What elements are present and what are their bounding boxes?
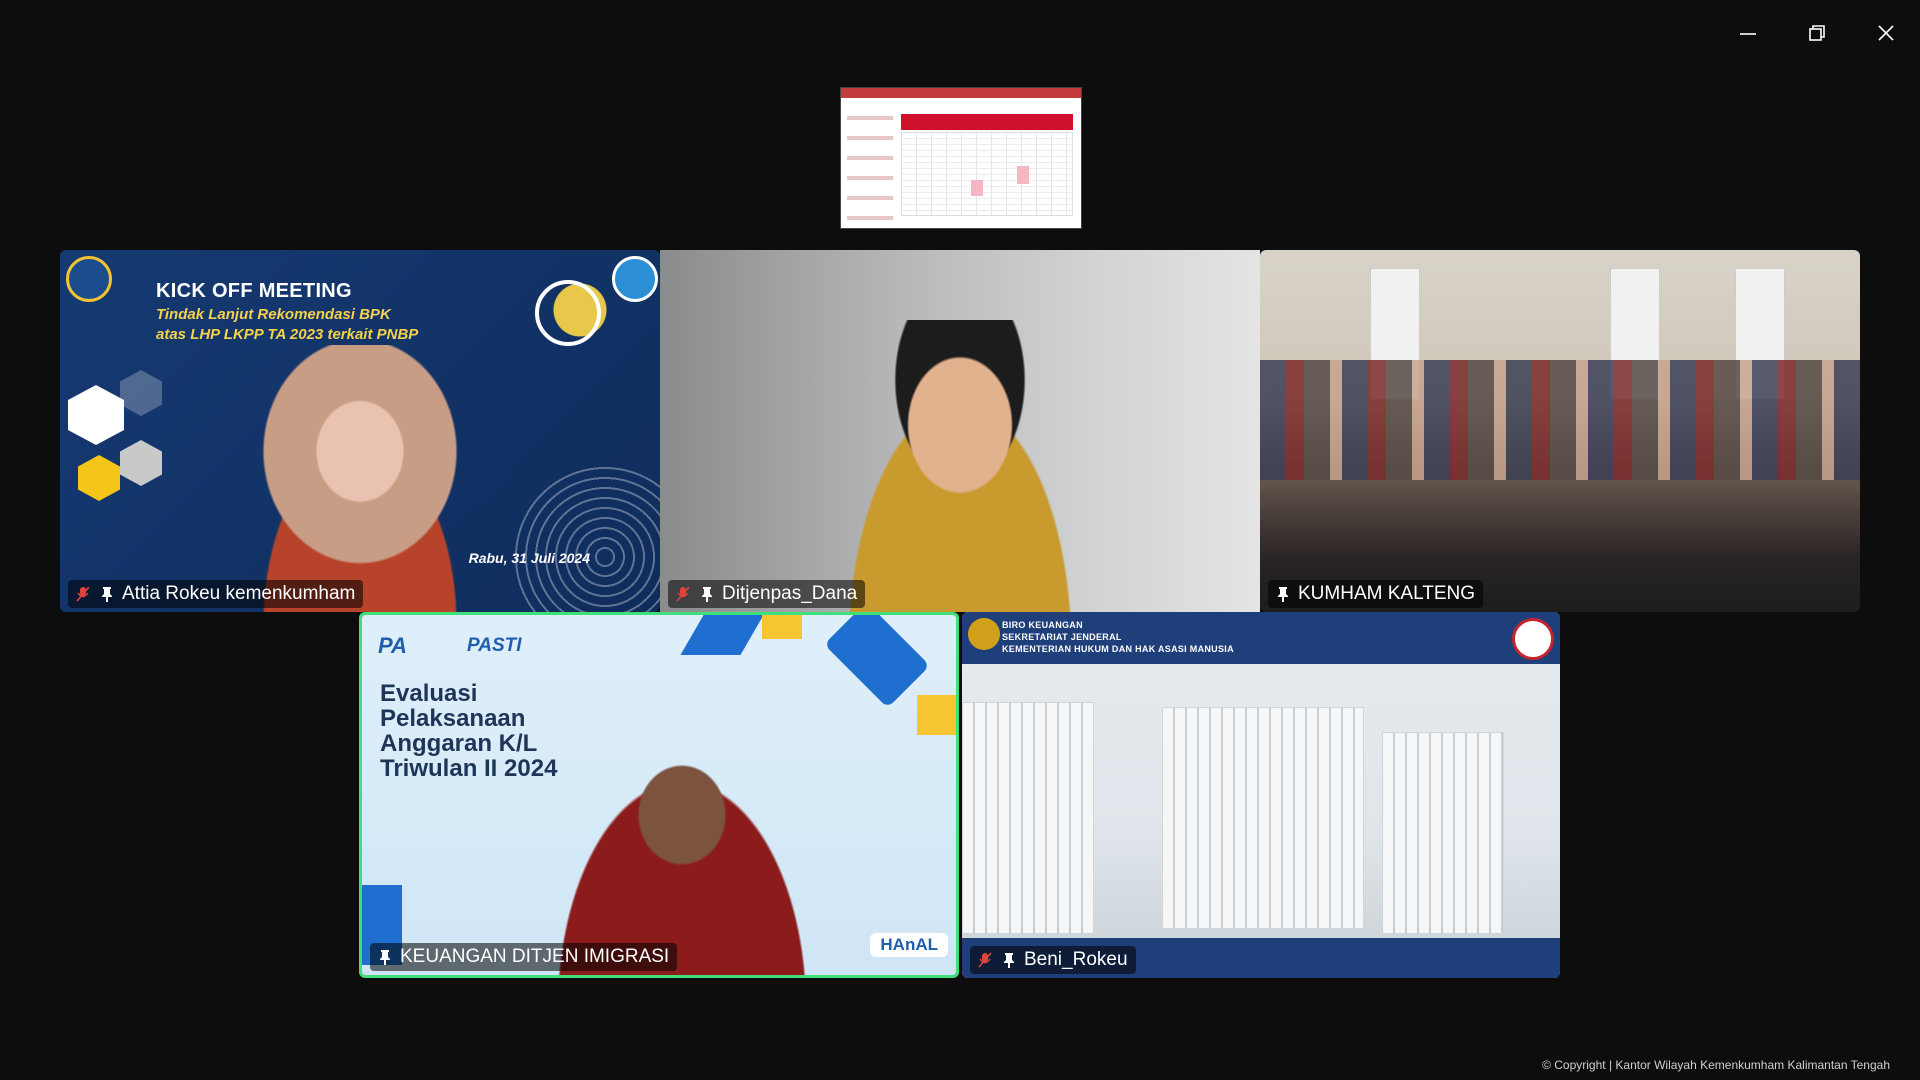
video-tile-kumham-kalteng[interactable]: KUMHAM KALTENG — [1260, 250, 1860, 612]
pin-icon[interactable] — [1000, 951, 1018, 969]
participant-name-label: Attia Rokeu kemenkumham — [68, 580, 364, 608]
participant-name-label: KUMHAM KALTENG — [1268, 580, 1484, 608]
video-tile-ditjenpas[interactable]: Ditjenpas_Dana — [660, 250, 1260, 612]
shape-decoration — [762, 615, 802, 639]
brand-logo: PA — [378, 633, 407, 658]
meeting-room-attendees — [1260, 360, 1860, 480]
thumbnail-spreadsheet — [901, 132, 1073, 216]
mic-muted-icon — [674, 585, 692, 603]
slide-subtitle: atas LHP LKPP TA 2023 terkait PNBP — [156, 326, 419, 343]
building-image — [1382, 732, 1504, 934]
slide-title-line: Anggaran K/L — [380, 730, 538, 757]
building-image — [1162, 707, 1364, 929]
participant-name: Attia Rokeu kemenkumham — [122, 583, 356, 604]
participant-name-label: Beni_Rokeu — [970, 946, 1136, 974]
thumbnail-highlight-cell — [1017, 166, 1029, 184]
brand-logo: PASTI — [467, 635, 522, 656]
agency-logo-icon — [612, 256, 658, 302]
participant-name: Ditjenpas_Dana — [722, 583, 858, 604]
building-image — [962, 702, 1094, 934]
banner-line: SEKRETARIAT JENDERAL — [1002, 632, 1122, 642]
slide-title: Evaluasi Pelaksanaan Anggaran K/L Triwul… — [380, 681, 557, 781]
slide-title-line: Pelaksanaan — [380, 705, 526, 732]
participant-name: Beni_Rokeu — [1024, 949, 1128, 970]
hanal-badge: HAnAL — [870, 933, 948, 957]
participant-name: KUMHAM KALTENG — [1298, 583, 1476, 604]
thumbnail-toolbar — [841, 88, 1081, 98]
ministry-logo-icon — [968, 618, 1000, 650]
thumbnail-sheet-header — [901, 114, 1073, 130]
video-tile-beni[interactable]: BIRO KEUANGAN SEKRETARIAT JENDERAL KEMEN… — [962, 612, 1560, 978]
mic-muted-icon — [74, 585, 92, 603]
pin-icon[interactable] — [698, 585, 716, 603]
banner-line: BIRO KEUANGAN — [1002, 620, 1083, 630]
participant-video — [810, 320, 1110, 612]
slide-subtitle: Tindak Lanjut Rekomendasi BPK — [156, 306, 391, 323]
ministry-logo-icon — [66, 256, 112, 302]
participant-name: KEUANGAN DITJEN IMIGRASI — [400, 946, 670, 967]
pin-icon[interactable] — [98, 585, 116, 603]
mic-muted-icon — [976, 951, 994, 969]
ring-decoration — [535, 280, 601, 346]
close-button[interactable] — [1871, 18, 1901, 48]
close-icon — [1878, 25, 1894, 41]
minimize-button[interactable] — [1733, 18, 1763, 48]
video-tile-attia[interactable]: KICK OFF MEETING Tindak Lanjut Rekomenda… — [60, 250, 660, 612]
shared-screen-thumbnail[interactable] — [840, 87, 1082, 229]
participant-video — [210, 345, 510, 612]
slide-title-line: Evaluasi — [380, 680, 478, 707]
slide-title: KICK OFF MEETING — [156, 280, 352, 302]
participant-name-label: Ditjenpas_Dana — [668, 580, 866, 608]
emblem-icon — [1512, 618, 1554, 660]
shape-decoration — [917, 695, 956, 735]
banner-line: KEMENTERIAN HUKUM DAN HAK ASASI MANUSIA — [1002, 644, 1234, 654]
participant-video — [532, 735, 832, 975]
participant-name-label: KEUANGAN DITJEN IMIGRASI — [370, 943, 678, 971]
pin-icon[interactable] — [1274, 585, 1292, 603]
slide-title-line: Triwulan II 2024 — [380, 755, 558, 782]
restore-button[interactable] — [1802, 18, 1832, 48]
restore-icon — [1809, 25, 1825, 41]
copyright-text: © Copyright | Kantor Wilayah Kemenkumham… — [1542, 1058, 1890, 1072]
thumbnail-sidebar — [847, 106, 893, 220]
pin-icon[interactable] — [376, 948, 394, 966]
minimize-icon — [1740, 33, 1756, 35]
video-tile-keuangan-imigrasi[interactable]: PA PASTI Evaluasi Pelaksanaan Anggaran K… — [359, 612, 959, 978]
thumbnail-highlight-cell — [971, 180, 983, 196]
agency-banner: BIRO KEUANGAN SEKRETARIAT JENDERAL KEMEN… — [962, 612, 1560, 664]
